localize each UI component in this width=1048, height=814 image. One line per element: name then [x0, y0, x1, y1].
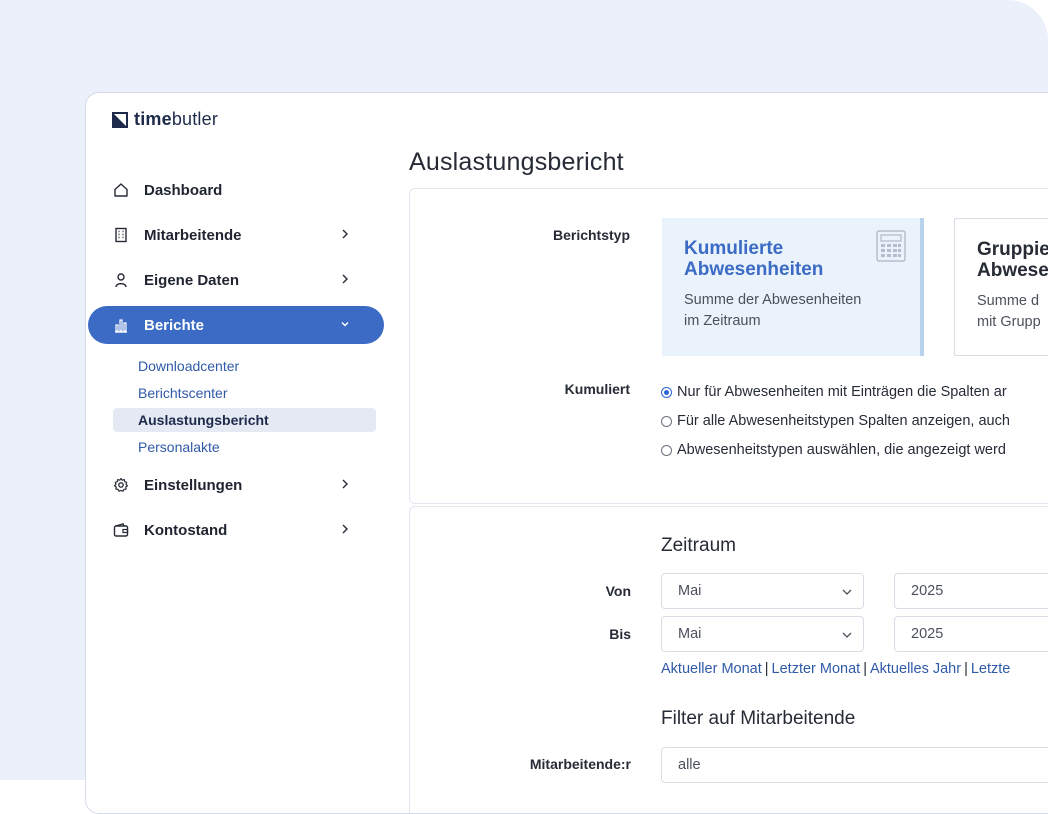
- link-last-month[interactable]: Letzter Monat: [772, 661, 861, 677]
- chevron-right-icon: [342, 479, 348, 489]
- radio-button[interactable]: [661, 415, 672, 427]
- sidebar-item-label: Eigene Daten: [144, 271, 240, 289]
- sidebar-item-dashboard[interactable]: Dashboard: [88, 171, 384, 209]
- sidebar-item-label: Kontostand: [144, 521, 228, 539]
- radio-option-only-with-entries[interactable]: Nur für Abwesenheiten mit Einträgen die …: [661, 384, 1007, 400]
- logo[interactable]: timebutler: [112, 109, 218, 130]
- sidebar-item-kontostand[interactable]: Kontostand: [88, 511, 384, 549]
- report-card-cumulative[interactable]: Kumulierte Abwesenheiten Summe der Abwese…: [662, 218, 924, 356]
- employee-filter-select[interactable]: alle: [661, 747, 1048, 783]
- sidebar-item-label: Dashboard: [144, 181, 223, 199]
- app-window: timebutler Dashboard Mitarbeitende Eigen…: [85, 92, 1048, 814]
- card-description: Summe d mit Grupp: [977, 293, 1041, 330]
- sidebar-subitem-berichtscenter[interactable]: Berichtscenter: [113, 381, 376, 405]
- chevron-down-icon: [842, 632, 852, 638]
- chevron-right-icon: [342, 274, 348, 284]
- radio-option-all-types[interactable]: Für alle Abwesenheitstypen Spalten anzei…: [661, 413, 1010, 429]
- calculator-icon: [876, 230, 906, 262]
- home-icon: [112, 181, 130, 199]
- to-label: Bis: [609, 626, 631, 642]
- cumulative-label: Kumuliert: [564, 381, 630, 397]
- radio-option-select-types[interactable]: Abwesenheitstypen auswählen, die angezei…: [661, 442, 1006, 458]
- radio-button[interactable]: [661, 444, 672, 456]
- report-card-grouped[interactable]: Gruppie Abwese Summe d mit Grupp: [954, 218, 1048, 356]
- link-current-month[interactable]: Aktueller Monat: [661, 661, 762, 677]
- from-year-select[interactable]: 2025: [894, 573, 1048, 609]
- radio-label: Nur für Abwesenheiten mit Einträgen die …: [677, 384, 1007, 400]
- radio-button[interactable]: [661, 386, 672, 398]
- sidebar-item-label: Berichte: [144, 316, 205, 334]
- period-heading: Zeitraum: [661, 535, 736, 556]
- wallet-icon: [112, 521, 130, 539]
- chevron-down-icon: [842, 589, 852, 595]
- sidebar-item-label: Einstellungen: [144, 476, 243, 494]
- radio-label: Für alle Abwesenheitstypen Spalten anzei…: [677, 413, 1010, 429]
- sidebar-item-einstellungen[interactable]: Einstellungen: [88, 466, 384, 504]
- link-current-year[interactable]: Aktuelles Jahr: [870, 661, 961, 677]
- select-value: alle: [678, 757, 701, 773]
- gear-icon: [112, 476, 130, 494]
- sidebar-item-label: Mitarbeitende: [144, 226, 242, 244]
- user-icon: [112, 271, 130, 289]
- report-type-label: Berichtstyp: [552, 227, 630, 243]
- building-icon: [112, 226, 130, 244]
- sidebar-subitem-downloadcenter[interactable]: Downloadcenter: [113, 354, 376, 378]
- sidebar-item-berichte[interactable]: Berichte: [88, 306, 384, 344]
- chevron-right-icon: [342, 524, 348, 534]
- to-month-select[interactable]: Mai: [661, 616, 864, 652]
- select-value: 2025: [911, 583, 944, 599]
- quick-period-links: Aktueller Monat | Letzter Monat | Aktuelles …: [661, 661, 1011, 677]
- select-value: Mai: [678, 583, 702, 599]
- radio-label: Abwesenheitstypen auswählen, die angezei…: [677, 442, 1006, 458]
- chevron-right-icon: [342, 229, 348, 239]
- page-title: Auslastungsbericht: [409, 148, 624, 176]
- card-description: Summe der Abwesenheiten im Zeitraum: [684, 292, 862, 329]
- filter-heading: Filter auf Mitarbeitende: [661, 708, 856, 729]
- logo-text: timebutler: [134, 109, 219, 129]
- sidebar-item-mitarbeitende[interactable]: Mitarbeitende: [88, 216, 384, 254]
- logo-icon: [112, 111, 128, 128]
- sidebar-subitem-personalakte[interactable]: Personalakte: [113, 435, 376, 459]
- select-value: 2025: [911, 626, 944, 642]
- employee-filter-label: Mitarbeitende:r: [529, 756, 631, 772]
- from-label: Von: [605, 583, 631, 599]
- sidebar-subitem-auslastungsbericht[interactable]: Auslastungsbericht: [113, 408, 376, 432]
- chevron-down-icon: [341, 322, 349, 327]
- card-title: Gruppie Abwese: [977, 239, 1048, 281]
- link-last-year[interactable]: Letzte: [971, 661, 1011, 677]
- select-value: Mai: [678, 626, 702, 642]
- sidebar-item-eigene-daten[interactable]: Eigene Daten: [88, 261, 384, 299]
- from-month-select[interactable]: Mai: [661, 573, 864, 609]
- to-year-select[interactable]: 2025: [894, 616, 1048, 652]
- bar-chart-icon: [112, 316, 130, 334]
- card-title: Kumulierte Abwesenheiten: [684, 238, 824, 280]
